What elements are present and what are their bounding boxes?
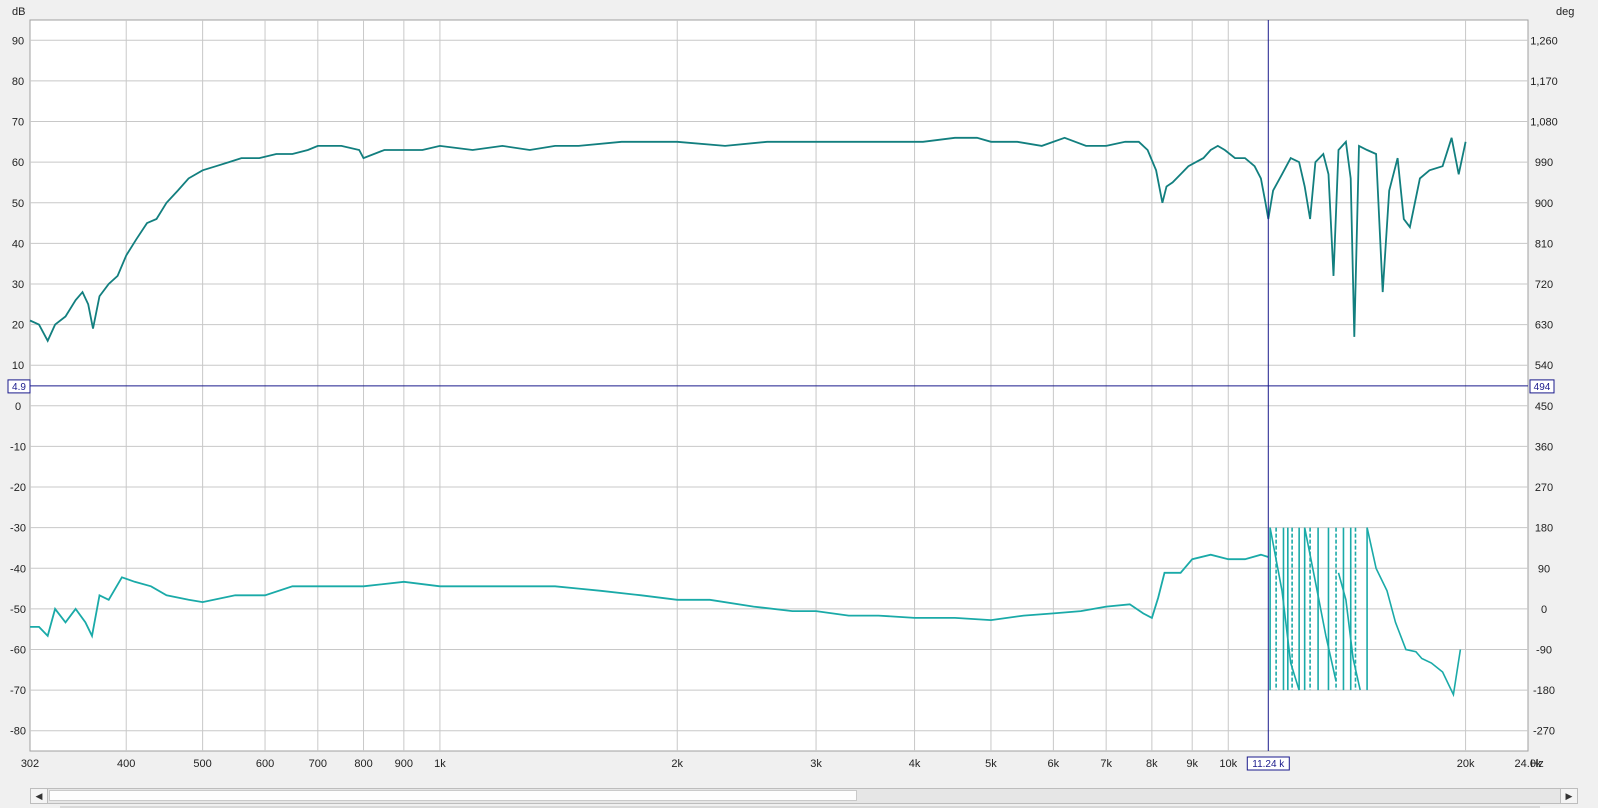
x-tick-label: 1k (434, 758, 446, 770)
right-tick-label: 360 (1535, 441, 1553, 453)
x-tick-label: 600 (256, 758, 274, 770)
x-tick-label: 400 (117, 758, 135, 770)
left-tick-label: -20 (10, 482, 26, 494)
left-tick-label: -80 (10, 726, 26, 738)
x-tick-label: 5k (985, 758, 997, 770)
left-tick-label: 90 (12, 35, 24, 47)
x-tick-label: 3k (810, 758, 822, 770)
right-tick-label: 270 (1535, 482, 1553, 494)
right-tick-label: -180 (1533, 685, 1555, 697)
x-tick-label: 4k (909, 758, 921, 770)
right-axis-unit-label: deg (1556, 6, 1574, 18)
right-tick-label: 900 (1535, 198, 1553, 210)
scroll-right-arrow-icon[interactable]: ▶ (1560, 789, 1577, 803)
right-tick-label: 990 (1535, 157, 1553, 169)
left-tick-label: -30 (10, 523, 26, 535)
left-tick-label: -70 (10, 685, 26, 697)
x-tick-label: 800 (354, 758, 372, 770)
right-tick-label: 630 (1535, 320, 1553, 332)
scroll-left-arrow-icon[interactable]: ◀ (31, 789, 48, 803)
left-tick-label: 0 (15, 401, 21, 413)
x-tick-label: 500 (193, 758, 211, 770)
right-tick-label: 180 (1535, 523, 1553, 535)
right-tick-label: 450 (1535, 401, 1553, 413)
right-tick-label: 540 (1535, 360, 1553, 372)
right-tick-label: 1,260 (1530, 35, 1558, 47)
x-tick-label: 9k (1186, 758, 1198, 770)
right-tick-label: 90 (1538, 563, 1550, 575)
left-tick-label: 60 (12, 157, 24, 169)
right-tick-label: 0 (1541, 604, 1547, 616)
x-tick-label: 10k (1219, 758, 1237, 770)
right-tick-label: 1,170 (1530, 76, 1558, 88)
x-tick-label: 900 (395, 758, 413, 770)
left-tick-label: -50 (10, 604, 26, 616)
cursor-freq-readout: 11.24 k (1252, 759, 1285, 770)
right-tick-label: -270 (1533, 726, 1555, 738)
left-tick-label: 10 (12, 360, 24, 372)
scrollbar-thumb[interactable] (49, 790, 857, 801)
right-tick-label: 810 (1535, 238, 1553, 250)
left-tick-label: 70 (12, 117, 24, 129)
x-tick-label: 700 (309, 758, 327, 770)
x-tick-label: 8k (1146, 758, 1158, 770)
right-tick-label: -90 (1536, 644, 1552, 656)
left-tick-label: 20 (12, 320, 24, 332)
cursor-db-readout: 4.9 (12, 382, 26, 393)
left-tick-label: 80 (12, 76, 24, 88)
right-tick-label: 1,080 (1530, 117, 1558, 129)
x-tick-label: 6k (1048, 758, 1060, 770)
left-tick-label: -40 (10, 563, 26, 575)
x-tick-label: 302 (21, 758, 39, 770)
left-tick-label: -10 (10, 441, 26, 453)
frequency-response-chart[interactable]: 4.9 49411.24 k 9080706050403020100-10-20-… (0, 0, 1598, 808)
cursor-deg-readout: 494 (1534, 382, 1551, 393)
x-tick-label: 20k (1457, 758, 1475, 770)
right-tick-label: 720 (1535, 279, 1553, 291)
left-tick-label: 30 (12, 279, 24, 291)
left-tick-label: 50 (12, 198, 24, 210)
x-tick-label: 7k (1100, 758, 1112, 770)
left-axis-unit-label: dB (12, 6, 25, 18)
left-tick-label: 40 (12, 238, 24, 250)
horizontal-scrollbar[interactable]: ◀ ▶ (30, 788, 1578, 804)
x-tick-label: 2k (671, 758, 683, 770)
left-tick-label: -60 (10, 644, 26, 656)
x-axis-unit-label: Hz (1530, 758, 1543, 770)
